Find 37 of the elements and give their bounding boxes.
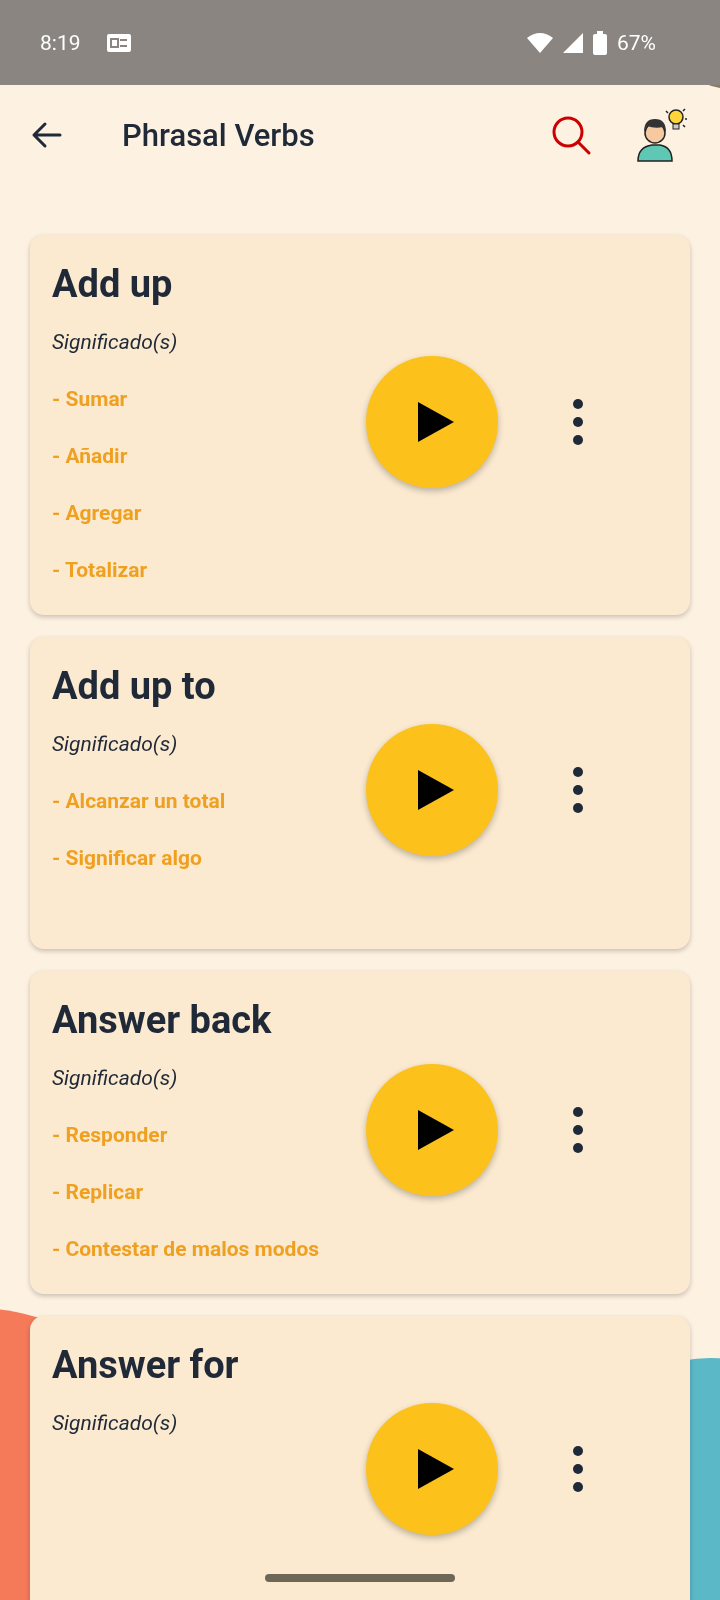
more-options-icon[interactable] [572,398,584,446]
more-options-icon[interactable] [572,1445,584,1493]
more-options-icon[interactable] [572,1105,584,1154]
verb-title: Answer for [52,1342,240,1389]
verb-title: Add up to [52,663,217,710]
meanings-label: Significado(s) [52,731,179,758]
play-button[interactable] [366,1403,498,1535]
meaning-text: - Significar algo [52,845,203,872]
verb-title: Answer back [52,997,273,1044]
screen-title: Phrasal Verbs [122,116,316,154]
meaning-text: - Alcanzar un total [52,788,227,815]
meaning-text: - Añadir [52,443,129,470]
meaning-text: - Contestar de malos modos [52,1236,321,1263]
play-icon [416,768,456,812]
battery-level: 67% [617,30,656,55]
signal-icon [563,31,583,54]
meanings-label: Significado(s) [52,329,179,356]
meaning-text: - Replicar [52,1179,145,1206]
play-button[interactable] [366,356,498,488]
back-arrow-icon[interactable] [30,121,62,149]
meanings-label: Significado(s) [52,1410,179,1437]
play-button[interactable] [366,724,498,856]
play-icon [416,1107,456,1152]
wifi-icon [527,31,553,54]
play-icon [416,400,456,444]
meaning-text: - Responder [52,1122,169,1149]
search-icon[interactable] [550,114,592,156]
notification-icon [106,33,131,52]
play-icon [416,1447,456,1491]
verb-title: Add up [52,261,174,308]
more-options-icon[interactable] [572,766,584,814]
battery-icon [593,30,607,55]
meaning-text: - Agregar [52,500,143,527]
meaning-text: - Sumar [52,386,129,413]
status-time: 8:19 [40,30,81,55]
meaning-text: - Totalizar [52,557,149,584]
meanings-label: Significado(s) [52,1065,179,1092]
